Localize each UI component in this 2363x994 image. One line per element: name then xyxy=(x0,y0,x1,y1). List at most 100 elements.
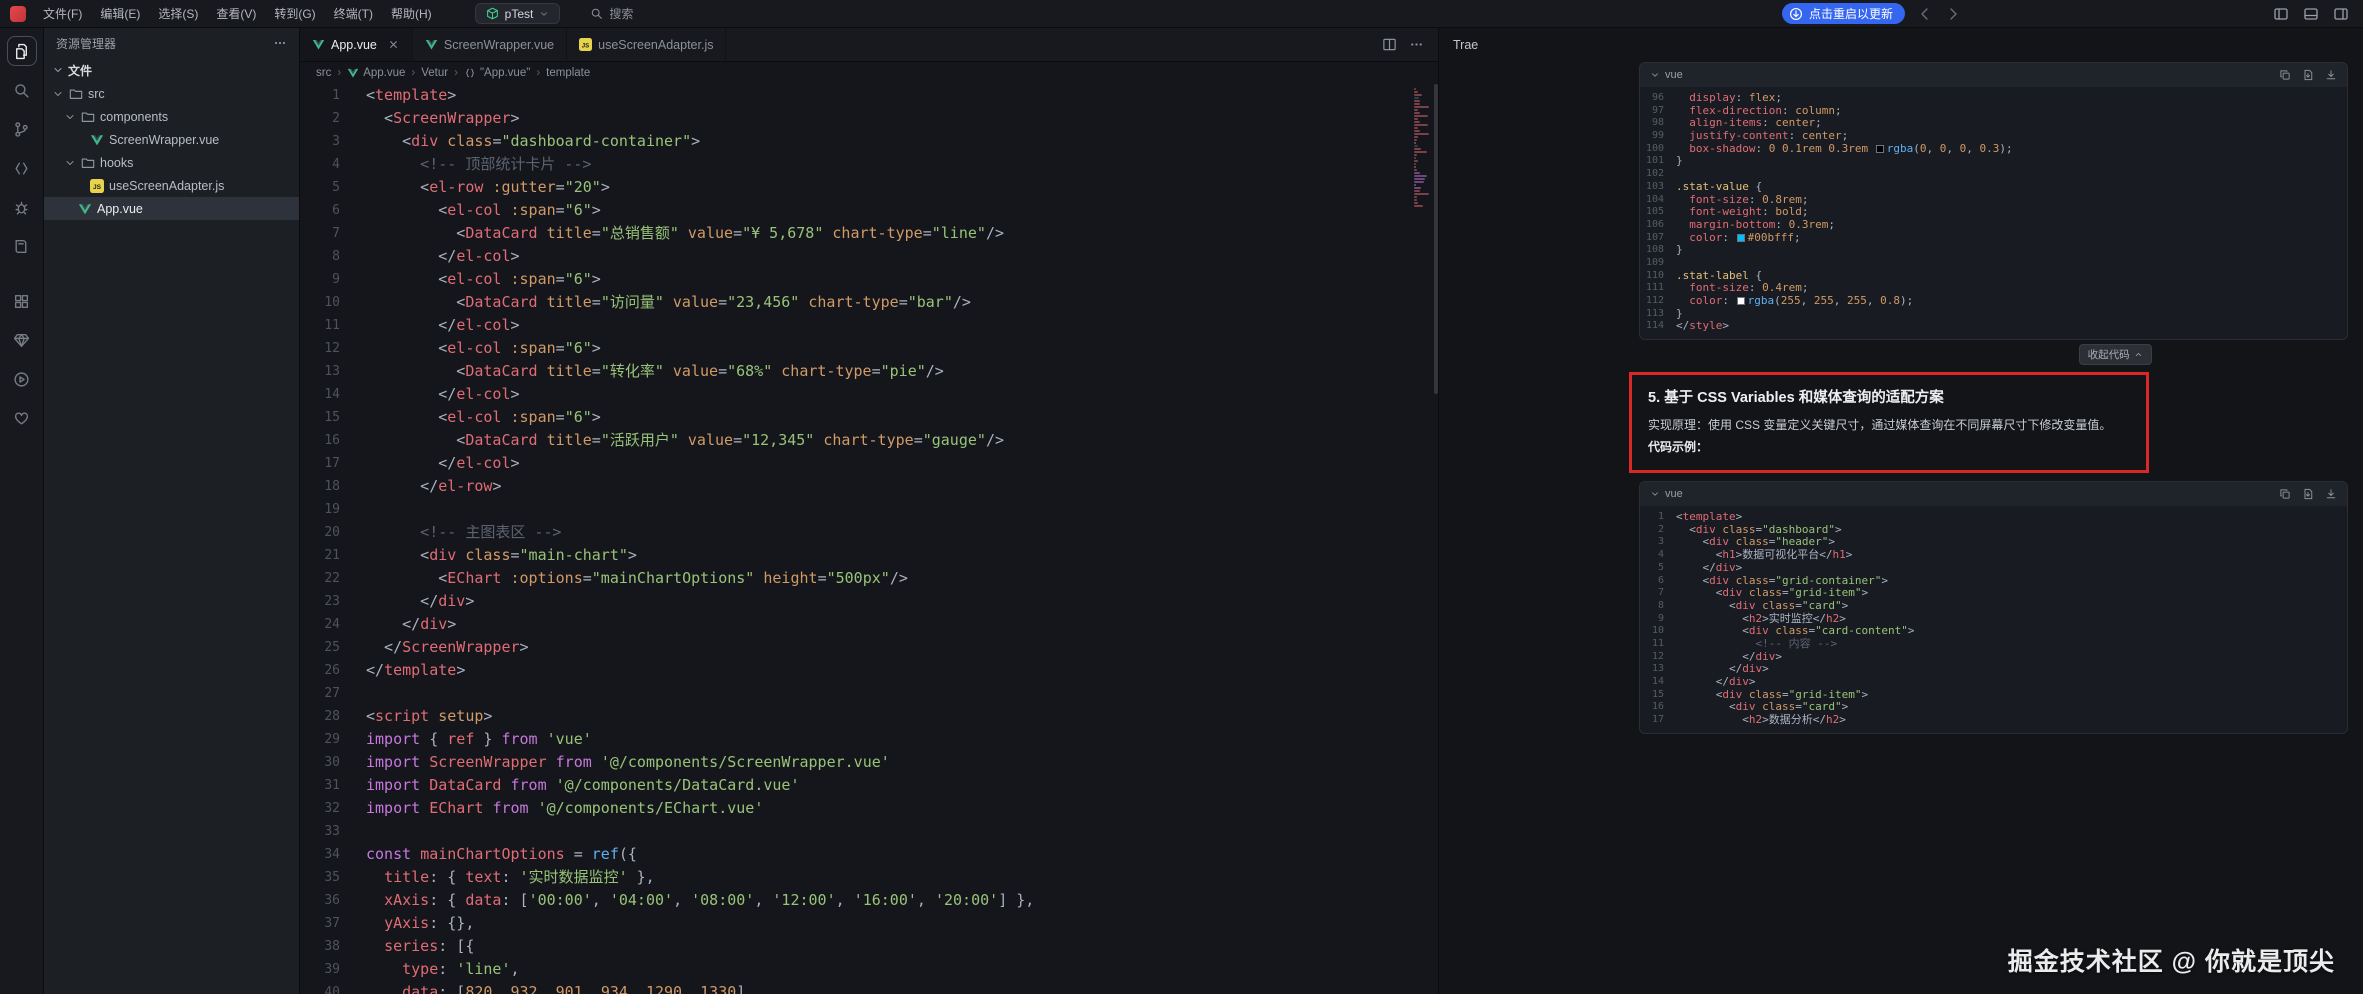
download-icon[interactable] xyxy=(2325,488,2337,500)
editor-scrollbar[interactable] xyxy=(1434,84,1438,394)
code-line: 113} xyxy=(1640,308,2347,321)
menu-item-g[interactable]: 转到(G) xyxy=(265,2,324,25)
line-number: 40 xyxy=(300,981,366,994)
copy-icon[interactable] xyxy=(2279,69,2291,81)
menu-item-f[interactable]: 文件(F) xyxy=(34,2,91,25)
files-section-header[interactable]: 文件 xyxy=(44,58,299,82)
breadcrumb: src›App.vue›Vetur›"App.vue"›template xyxy=(300,62,1438,84)
tab-label: ScreenWrapper.vue xyxy=(444,38,554,52)
activity-item-remote[interactable] xyxy=(7,153,37,183)
line-content: series: [{ xyxy=(366,935,474,958)
menu-item-s[interactable]: 选择(S) xyxy=(149,2,207,25)
breadcrumb-item-1[interactable]: App.vue xyxy=(347,67,405,79)
line-content: <el-row :gutter="20"> xyxy=(366,176,610,199)
code-line: 100 box-shadow: 0 0.1rem 0.3rem rgba(0, … xyxy=(1640,143,2347,156)
line-content: yAxis: {}, xyxy=(366,912,474,935)
minimap-line xyxy=(1414,178,1425,180)
insert-file-icon[interactable] xyxy=(2302,69,2314,81)
activity-item-docs[interactable] xyxy=(7,231,37,261)
code-line: 12 <el-col :span="6"> xyxy=(300,337,1438,360)
toggle-sidebar-icon[interactable] xyxy=(2273,6,2289,22)
breadcrumb-item-0[interactable]: src xyxy=(316,67,331,79)
line-number: 15 xyxy=(1640,689,1676,702)
menu-item-e[interactable]: 编辑(E) xyxy=(91,2,149,25)
tree-item-components[interactable]: components xyxy=(44,105,299,128)
toggle-panel-icon[interactable] xyxy=(2303,6,2319,22)
line-number: 24 xyxy=(300,613,366,636)
update-label: 点击重启以更新 xyxy=(1809,5,1893,22)
line-number: 17 xyxy=(1640,714,1676,727)
activity-item-explorer[interactable] xyxy=(7,36,37,66)
collapse-code-button[interactable]: 收起代码 xyxy=(2079,344,2152,365)
line-content: data: [820, 932, 901, 934, 1290, 1330] xyxy=(366,981,745,994)
tab-usescreenadapter-js[interactable]: JSuseScreenAdapter.js xyxy=(567,28,726,61)
code-line: 1<template> xyxy=(300,84,1438,107)
activity-item-search[interactable] xyxy=(7,75,37,105)
code-block-lang[interactable]: vue xyxy=(1650,488,1683,500)
tab-app-vue[interactable]: App.vue xyxy=(300,28,413,61)
more-actions-icon[interactable] xyxy=(1409,37,1424,52)
tree-item-usescreenadapter-js[interactable]: JSuseScreenAdapter.js xyxy=(44,174,299,197)
line-number: 104 xyxy=(1640,194,1676,207)
tree-item-app-vue[interactable]: App.vue xyxy=(44,197,299,220)
code-block-lang[interactable]: vue xyxy=(1650,69,1683,81)
activity-item-source-control[interactable] xyxy=(7,114,37,144)
tree-item-hooks[interactable]: hooks xyxy=(44,151,299,174)
menu-item-v[interactable]: 查看(V) xyxy=(207,2,265,25)
restart-update-button[interactable]: 点击重启以更新 xyxy=(1782,3,1905,24)
minimap-line xyxy=(1414,193,1429,195)
download-circle-icon xyxy=(1789,7,1803,21)
tree-item-screenwrapper-vue[interactable]: ScreenWrapper.vue xyxy=(44,128,299,151)
chat-panel-title: Trae xyxy=(1453,38,1478,52)
minimap-line xyxy=(1414,127,1418,129)
minimap-line xyxy=(1414,205,1423,207)
vue-icon xyxy=(78,202,92,216)
minimap[interactable] xyxy=(1414,88,1430,208)
minimap-line xyxy=(1414,175,1427,177)
line-number: 15 xyxy=(300,406,366,429)
close-icon[interactable] xyxy=(387,38,400,51)
code-line: 35 title: { text: '实时数据监控' }, xyxy=(300,866,1438,889)
copy-icon[interactable] xyxy=(2279,488,2291,500)
insert-file-icon[interactable] xyxy=(2302,488,2314,500)
chat-panel-body[interactable]: vue 96 display: flex;97 flex-direction: … xyxy=(1439,62,2363,994)
minimap-line xyxy=(1414,145,1418,147)
line-number: 4 xyxy=(300,153,366,176)
activity-item-extensions[interactable] xyxy=(7,286,37,316)
chevron-down-icon xyxy=(1650,70,1660,80)
red-annotation-box: 5. 基于 CSS Variables 和媒体查询的适配方案 实现原理：使用 C… xyxy=(1629,372,2149,473)
code-line: 10 <DataCard title="访问量" value="23,456" … xyxy=(300,291,1438,314)
forward-icon[interactable] xyxy=(1945,6,1961,22)
activity-item-run[interactable] xyxy=(7,364,37,394)
toggle-secondary-sidebar-icon[interactable] xyxy=(2333,6,2349,22)
project-selector[interactable]: pTest xyxy=(475,3,561,24)
line-content: import EChart from '@/components/EChart.… xyxy=(366,797,763,820)
code-line: 21 <div class="main-chart"> xyxy=(300,544,1438,567)
breadcrumb-item-2[interactable]: Vetur xyxy=(421,67,448,79)
back-icon[interactable] xyxy=(1917,6,1933,22)
more-actions-icon[interactable] xyxy=(273,36,287,50)
menu-item-t[interactable]: 终端(T) xyxy=(325,2,382,25)
code-line: 112 color: rgba(255, 255, 255, 0.8); xyxy=(1640,295,2347,308)
activity-item-gem[interactable] xyxy=(7,325,37,355)
breadcrumb-item-4[interactable]: template xyxy=(546,67,590,79)
code-line: 14 </el-col> xyxy=(300,383,1438,406)
activity-item-health[interactable] xyxy=(7,403,37,433)
code-line: 37 yAxis: {}, xyxy=(300,912,1438,935)
tree-item-label: useScreenAdapter.js xyxy=(109,179,224,193)
line-number: 21 xyxy=(300,544,366,567)
global-search[interactable]: 搜索 xyxy=(590,5,633,22)
download-icon[interactable] xyxy=(2325,69,2337,81)
tree-item-src[interactable]: src xyxy=(44,82,299,105)
breadcrumb-item-3[interactable]: "App.vue" xyxy=(464,67,530,79)
line-content: <el-col :span="6"> xyxy=(366,406,601,429)
line-number: 1 xyxy=(300,84,366,107)
code-line: 26</template> xyxy=(300,659,1438,682)
code-editor[interactable]: 1<template>2 <ScreenWrapper>3 <div class… xyxy=(300,84,1438,994)
tab-screenwrapper-vue[interactable]: ScreenWrapper.vue xyxy=(413,28,567,61)
menu-item-h[interactable]: 帮助(H) xyxy=(382,2,441,25)
split-editor-icon[interactable] xyxy=(1382,37,1397,52)
activity-item-debug[interactable] xyxy=(7,192,37,222)
minimap-line xyxy=(1414,172,1420,174)
titlebar-right: 点击重启以更新 xyxy=(1782,3,2353,24)
